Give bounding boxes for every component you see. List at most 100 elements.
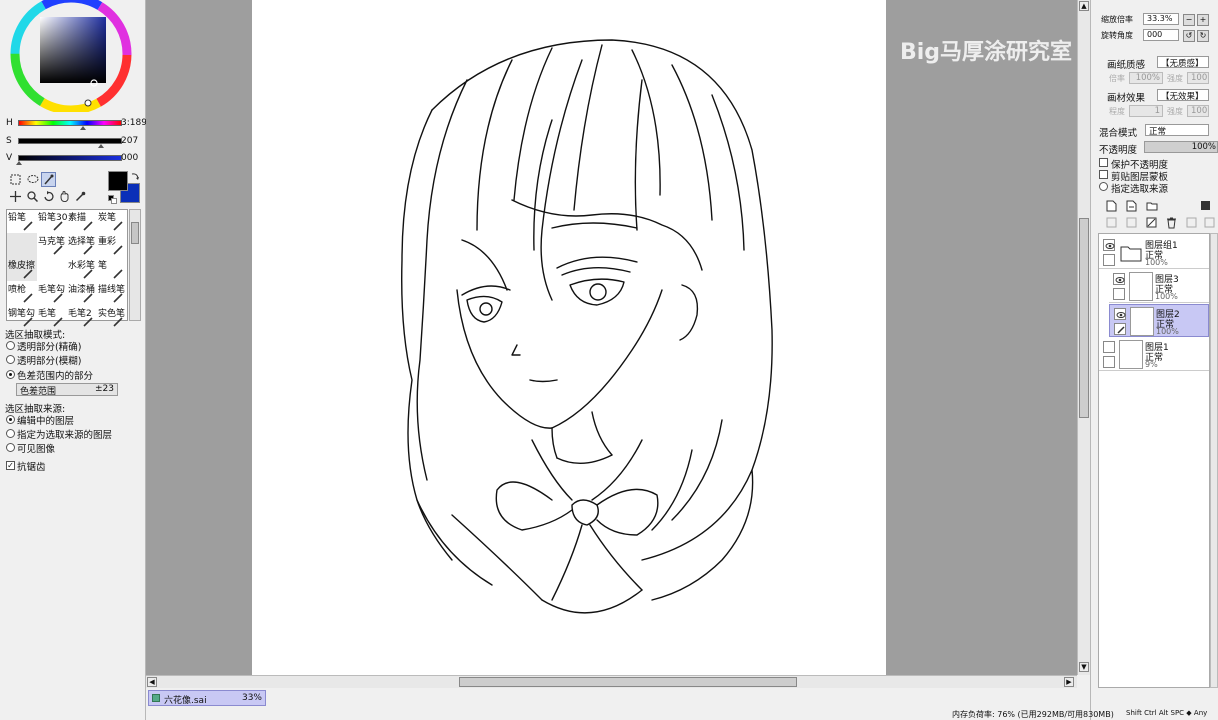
brush-slot[interactable] [37,257,67,281]
mode-radio-0[interactable] [6,341,15,350]
effect-strength-field[interactable]: 100 [1187,105,1209,117]
antialias-checkbox[interactable]: ✓ [6,461,15,470]
visibility-toggle-icon[interactable] [1103,239,1115,251]
rotate-left-button[interactable]: ↺ [1183,30,1195,42]
texture-select[interactable]: 【无质感】 [1157,56,1209,68]
scroll-left-arrow-icon[interactable]: ◀ [147,677,157,687]
brush-slot[interactable]: 橡皮擦 [7,257,37,281]
brush-slot[interactable]: 水彩笔 [67,257,97,281]
layer-row[interactable]: 图层组1 正常 100% [1099,236,1209,269]
swap-colors-icon[interactable] [130,171,140,181]
brush-slot[interactable]: 油漆桶 [67,281,97,305]
brush-slot[interactable]: 描线笔 [97,281,127,305]
delete-layer-icon[interactable] [1165,216,1178,229]
texture-scale-field[interactable]: 100% [1129,72,1163,84]
rotate-right-button[interactable]: ↻ [1197,30,1209,42]
move-tool[interactable] [8,189,23,204]
brush-slot[interactable]: 素描 [67,209,97,233]
color-wheel[interactable] [10,0,136,112]
clear-layer-icon[interactable] [1145,216,1158,229]
scroll-down-arrow-icon[interactable]: ▼ [1079,662,1089,672]
layer-lock-icon[interactable] [1103,356,1115,368]
brush-slot[interactable]: 毛笔 [37,305,67,329]
magic-wand-tool[interactable] [41,172,56,187]
canvas-horizontal-scrollbar[interactable]: ◀ ▶ [146,675,1077,688]
blend-mode-select[interactable]: 正常 [1145,124,1209,136]
hue-handle[interactable] [80,126,86,130]
foreground-color-swatch[interactable] [108,171,128,191]
layer-mask-icon[interactable] [1203,216,1216,229]
brush-slot[interactable]: 笔 [97,257,127,281]
color-range-slider[interactable]: 色差范围 ±23 [16,383,118,397]
saturation-slider[interactable]: S 207 [4,135,146,149]
opacity-slider[interactable]: 100% [1144,141,1218,153]
brush-slot[interactable]: 炭笔 [97,209,127,233]
hue-bar[interactable] [18,120,122,126]
effect-degree-field[interactable]: 1 [1129,105,1163,117]
brush-scroll-thumb[interactable] [131,222,139,244]
reset-colors-icon[interactable] [108,195,117,204]
value-handle[interactable] [16,161,22,165]
source-radio-1[interactable] [6,429,15,438]
hand-tool[interactable] [57,189,72,204]
brush-slot[interactable]: 实色笔 [97,305,127,329]
mode-radio-2[interactable] [6,370,15,379]
clipping-mask-checkbox[interactable] [1099,170,1108,179]
layer-lock-icon[interactable] [1114,323,1126,335]
texture-strength-field[interactable]: 100 [1187,72,1209,84]
brush-slot[interactable]: 毛笔勾 [37,281,67,305]
brush-slot[interactable]: 选择笔 [67,233,97,257]
brush-slot[interactable] [7,233,37,257]
merge-down-icon[interactable] [1125,216,1138,229]
canvas-area[interactable]: Big马厚涂研究室 [146,0,1090,675]
layer-copy-icon[interactable] [1185,216,1198,229]
vertical-scroll-thumb[interactable] [1079,218,1089,418]
selection-source-radio[interactable] [1099,182,1108,191]
rotate-tool[interactable] [41,189,56,204]
drawing-canvas[interactable] [252,0,886,675]
horizontal-scroll-thumb[interactable] [459,677,797,687]
zoom-in-button[interactable]: + [1197,14,1209,26]
protect-opacity-checkbox[interactable] [1099,158,1108,167]
canvas-vertical-scrollbar[interactable]: ▲ ▼ [1077,0,1090,675]
brush-slot[interactable]: 铅笔30 [37,209,67,233]
saturation-bar[interactable] [18,138,122,144]
layer-list-scrollbar[interactable] [1210,233,1218,688]
visibility-toggle-icon[interactable] [1114,308,1126,320]
mode-radio-1[interactable] [6,355,15,364]
visibility-toggle-icon[interactable] [1113,273,1125,285]
brush-slot[interactable]: 铅笔 [7,209,37,233]
brush-slot[interactable]: 喷枪 [7,281,37,305]
layer-row[interactable]: 图层2 正常 100% [1109,304,1209,337]
source-radio-0[interactable] [6,415,15,424]
value-slider[interactable]: V 000 [4,152,146,166]
zoom-value-field[interactable]: 33.3% [1143,13,1179,25]
lasso-tool[interactable] [25,172,40,187]
scroll-up-arrow-icon[interactable]: ▲ [1079,1,1089,11]
zoom-out-button[interactable]: − [1183,14,1195,26]
layer-lock-icon[interactable] [1103,254,1115,266]
brush-scrollbar[interactable] [129,209,141,321]
new-folder-icon[interactable] [1145,199,1158,212]
hue-slider[interactable]: H 3:189 [4,117,147,131]
document-tab[interactable]: 六花像.sai 33% [148,690,266,706]
zoom-tool[interactable] [25,189,40,204]
transfer-down-icon[interactable] [1105,216,1118,229]
rect-select-tool[interactable] [8,172,23,187]
brush-slot[interactable]: 马克笔 [37,233,67,257]
eyedropper-tool[interactable] [73,189,88,204]
visibility-toggle-icon[interactable] [1103,341,1115,353]
value-bar[interactable] [18,155,122,161]
new-layer-icon[interactable] [1105,199,1118,212]
brush-slot[interactable]: 重彩 [97,233,127,257]
layer-lock-icon[interactable] [1113,288,1125,300]
scroll-right-arrow-icon[interactable]: ▶ [1064,677,1074,687]
new-layer-set-icon[interactable] [1125,199,1138,212]
source-radio-2[interactable] [6,443,15,452]
layer-row[interactable]: 图层1 正常 9% [1099,338,1209,371]
layer-row[interactable]: 图层3 正常 100% [1109,270,1209,303]
effect-select[interactable]: 【无效果】 [1157,89,1209,101]
angle-value-field[interactable]: 000 [1143,29,1179,41]
brush-slot[interactable]: 钢笔勾 [7,305,37,329]
layer-menu-icon[interactable] [1199,199,1212,212]
